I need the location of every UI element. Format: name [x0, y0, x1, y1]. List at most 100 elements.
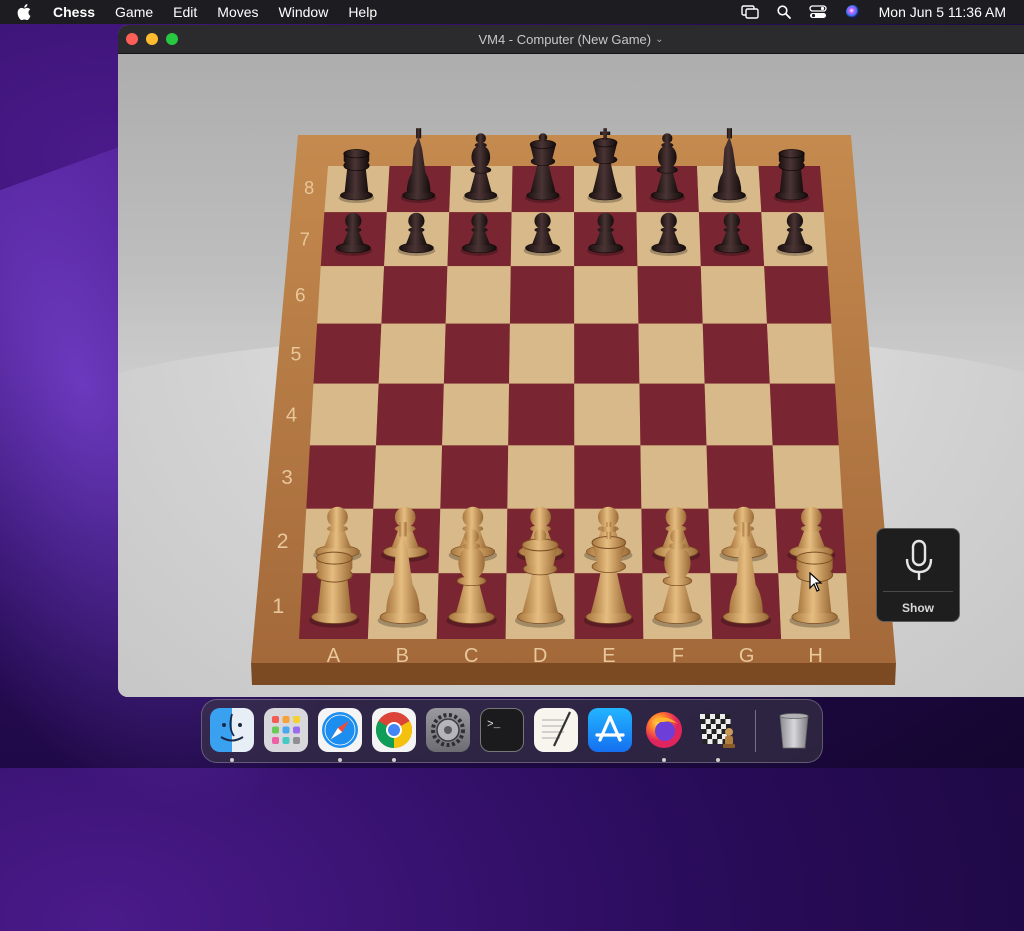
board-square[interactable] [306, 445, 376, 509]
rank-label: 4 [286, 404, 297, 426]
chrome-icon[interactable] [372, 708, 416, 752]
chess-icon-square [707, 739, 713, 744]
board-square[interactable] [640, 445, 709, 509]
voice-control-panel[interactable]: Show [876, 528, 960, 622]
firefox-icon[interactable] [642, 708, 686, 752]
board-square[interactable] [574, 323, 640, 384]
chess-icon-square [712, 739, 718, 744]
dock-separator [755, 710, 756, 752]
rank-label: 7 [300, 229, 310, 250]
menu-window[interactable]: Window [269, 0, 339, 24]
board-square[interactable] [639, 383, 707, 446]
board-square[interactable] [309, 383, 379, 446]
siri-icon[interactable] [845, 4, 861, 20]
board-square[interactable] [574, 266, 639, 324]
board-square[interactable] [772, 445, 843, 509]
launchpad-icon[interactable] [264, 708, 308, 752]
board-square[interactable] [373, 445, 443, 509]
menu-edit[interactable]: Edit [163, 0, 207, 24]
board-square[interactable] [440, 445, 509, 509]
chess-icon-square [720, 719, 726, 724]
board-square[interactable] [574, 383, 641, 446]
file-label: G [739, 645, 755, 667]
trash-icon[interactable] [772, 708, 816, 752]
menubar-clock[interactable]: Mon Jun 5 11:36 AM [879, 4, 1006, 20]
board-square[interactable] [375, 383, 444, 446]
board-square[interactable] [637, 266, 703, 324]
board-square[interactable] [378, 323, 446, 384]
rank-label: 6 [295, 286, 306, 307]
board-square[interactable] [509, 266, 575, 324]
chevron-down-icon: ⌄ [655, 33, 664, 45]
chess-icon[interactable] [696, 708, 740, 752]
running-indicator [338, 758, 342, 762]
chess-icon-square [711, 729, 717, 734]
close-button[interactable] [126, 33, 138, 45]
file-label: H [808, 645, 822, 667]
chess-icon-square [717, 739, 723, 744]
finder-icon[interactable] [210, 708, 254, 752]
window-title[interactable]: VM4 - Computer (New Game) ⌄ [478, 32, 663, 47]
dock: >_ [201, 699, 823, 763]
safari-icon[interactable] [318, 708, 362, 752]
chess-icon-square [721, 724, 726, 729]
board-square[interactable] [574, 445, 642, 509]
board-square[interactable] [442, 383, 510, 446]
zoom-button[interactable] [166, 33, 178, 45]
terminal-icon[interactable]: >_ [480, 708, 524, 752]
chess-icon-square [701, 724, 706, 729]
menu-bar: Chess Game Edit Moves Window Help Mon Ju… [0, 0, 1024, 24]
app-store-icon[interactable] [588, 708, 632, 752]
chess-icon-square [705, 714, 710, 719]
board-square[interactable] [706, 445, 776, 509]
board-square[interactable] [507, 445, 575, 509]
board-frame-front [251, 663, 896, 685]
chess-icon-square [712, 734, 717, 739]
control-center-icon[interactable] [808, 5, 827, 19]
menu-app-name[interactable]: Chess [53, 0, 105, 24]
board-square[interactable] [508, 383, 575, 446]
file-label: E [602, 645, 615, 667]
running-indicator [230, 758, 234, 762]
voice-show-button[interactable]: Show [877, 601, 959, 615]
menu-moves[interactable]: Moves [207, 0, 268, 24]
rank-label: 5 [290, 343, 301, 365]
board-square[interactable] [445, 266, 511, 324]
board-square[interactable] [443, 323, 510, 384]
chess-icon-square [706, 724, 711, 729]
minimize-button[interactable] [146, 33, 158, 45]
microphone-icon [904, 539, 934, 588]
spotlight-search-icon[interactable] [777, 5, 791, 19]
chess-icon-square [717, 734, 722, 739]
chess-icon-square [706, 729, 712, 734]
chess-icon-square [725, 719, 731, 724]
rank-label: 1 [272, 594, 284, 618]
board-square[interactable] [766, 323, 835, 384]
board-square[interactable] [702, 323, 770, 384]
chess-icon-square [700, 714, 705, 719]
menu-game[interactable]: Game [105, 0, 163, 24]
rank-label: 2 [277, 530, 289, 553]
rank-label: 3 [281, 466, 292, 489]
chess-icon-square [725, 714, 730, 719]
rank-label: 8 [304, 178, 314, 198]
chess-icon-square [715, 719, 721, 724]
board-square[interactable] [704, 383, 773, 446]
board-square[interactable] [509, 323, 575, 384]
screen-mirroring-icon[interactable] [740, 5, 759, 19]
file-label: B [396, 645, 409, 667]
board-square[interactable] [769, 383, 839, 446]
board-square[interactable] [313, 323, 382, 384]
menu-help[interactable]: Help [338, 0, 387, 24]
system-settings-icon[interactable] [426, 708, 470, 752]
board-square[interactable] [638, 323, 705, 384]
textedit-icon[interactable] [534, 708, 578, 752]
apple-menu-icon[interactable] [17, 4, 37, 20]
board-square[interactable] [381, 266, 448, 324]
window-title-text: VM4 - Computer (New Game) [478, 31, 652, 47]
file-label: A [327, 645, 341, 667]
board-square[interactable] [700, 266, 767, 324]
svg-text:>_: >_ [487, 719, 501, 731]
board-square[interactable] [317, 266, 385, 324]
board-square[interactable] [764, 266, 832, 324]
